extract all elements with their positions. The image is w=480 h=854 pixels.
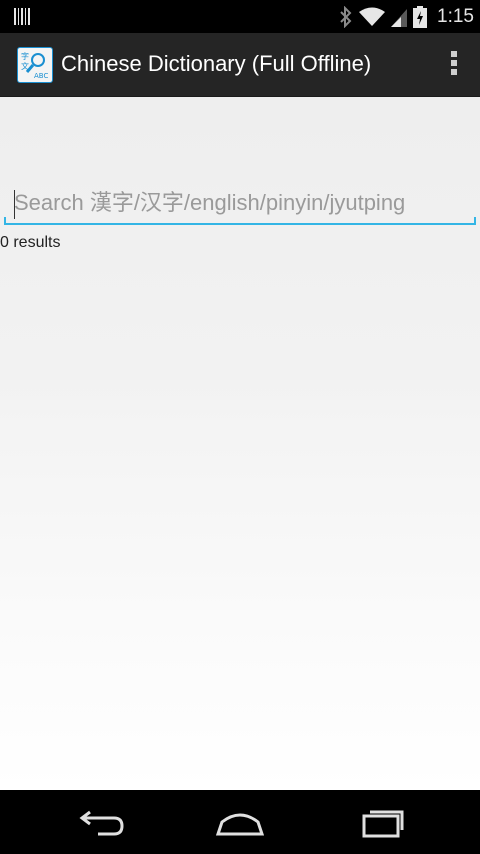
- recent-apps-icon[interactable]: [352, 804, 412, 840]
- notification-bars-icon: [14, 8, 30, 25]
- home-icon[interactable]: [210, 804, 270, 840]
- wifi-icon: [359, 7, 386, 26]
- back-icon[interactable]: [70, 804, 130, 840]
- main-content: 0 results: [0, 97, 480, 790]
- status-time: 1:15: [437, 5, 474, 27]
- search-field[interactable]: [4, 185, 476, 225]
- signal-icon: [391, 8, 408, 27]
- battery-icon: [413, 5, 428, 28]
- results-count: 0 results: [0, 234, 61, 251]
- status-bar: 1:15: [0, 0, 480, 33]
- search-input[interactable]: [14, 185, 472, 221]
- text-cursor: [14, 190, 15, 219]
- dictionary-app-icon[interactable]: 字 文 ABC: [17, 47, 53, 83]
- navigation-bar: [0, 790, 480, 854]
- action-bar: 字 文 ABC Chinese Dictionary (Full Offline…: [0, 33, 480, 98]
- app-title: Chinese Dictionary (Full Offline): [61, 51, 372, 76]
- bluetooth-icon: [340, 5, 352, 28]
- svg-text:字: 字: [21, 51, 29, 61]
- svg-text:ABC: ABC: [34, 72, 48, 80]
- overflow-menu-icon[interactable]: [448, 51, 460, 79]
- status-icons: 1:15: [339, 0, 474, 33]
